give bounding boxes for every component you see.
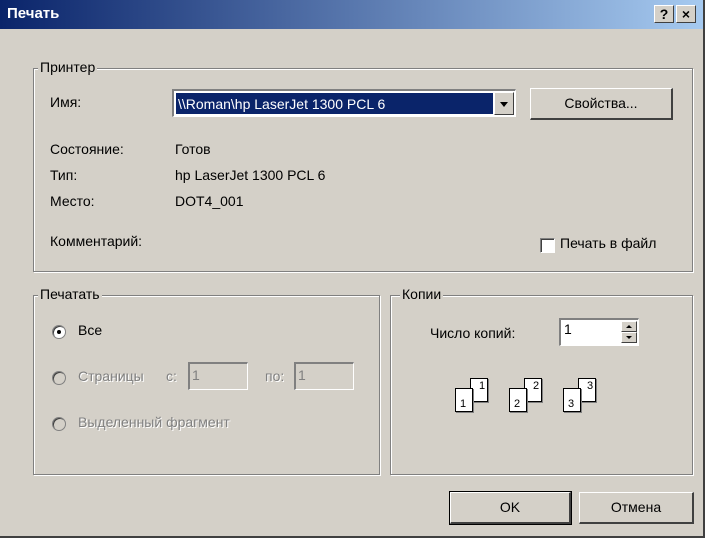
collate-page-1-front: 1	[455, 388, 473, 412]
close-button[interactable]: ×	[676, 5, 696, 23]
print-to-file-checkbox[interactable]	[540, 238, 555, 253]
chevron-down-icon[interactable]	[494, 92, 514, 115]
collate-page-2-front: 2	[509, 388, 527, 412]
copies-count-value: 1	[564, 321, 572, 337]
print-range-legend: Печатать	[38, 286, 102, 302]
range-all-radio[interactable]	[52, 325, 66, 339]
copies-legend: Копии	[400, 286, 444, 302]
where-value: DOT4_001	[175, 193, 244, 209]
status-value: Готов	[175, 141, 211, 157]
type-value: hp LaserJet 1300 PCL 6	[175, 167, 326, 183]
print-dialog: Печать ? × Принтер Имя: \\Roman\hp Laser…	[0, 0, 705, 538]
range-to-input[interactable]: 1	[294, 362, 354, 390]
range-selection-radio[interactable]	[52, 417, 66, 431]
where-label: Место:	[50, 193, 95, 209]
copies-count-spinner[interactable]: 1	[559, 318, 639, 346]
spin-down-icon[interactable]	[621, 332, 637, 343]
range-pages-label[interactable]: Страницы	[78, 368, 144, 384]
status-label: Состояние:	[50, 141, 124, 157]
window-title: Печать	[7, 5, 60, 22]
title-bar[interactable]: Печать ? ×	[0, 0, 703, 29]
spin-up-icon[interactable]	[621, 321, 637, 332]
range-from-input[interactable]: 1	[188, 362, 248, 390]
printer-name-label: Имя:	[50, 94, 82, 110]
printer-name-value: \\Roman\hp LaserJet 1300 PCL 6	[176, 93, 493, 114]
comment-label: Комментарий:	[50, 233, 143, 249]
help-button[interactable]: ?	[654, 5, 674, 23]
range-pages-radio[interactable]	[52, 371, 66, 385]
collate-page-3-front: 3	[563, 388, 581, 412]
properties-button[interactable]: Свойства...	[530, 88, 673, 120]
range-from-label: с:	[166, 368, 177, 384]
range-to-label: по:	[265, 368, 285, 384]
ok-button[interactable]: OK	[449, 491, 572, 525]
printer-name-select[interactable]: \\Roman\hp LaserJet 1300 PCL 6	[172, 89, 516, 117]
copies-count-label: Число копий:	[430, 325, 516, 341]
print-to-file-label[interactable]: Печать в файл	[560, 235, 656, 251]
range-selection-label[interactable]: Выделенный фрагмент	[78, 414, 230, 430]
type-label: Тип:	[50, 167, 78, 183]
printer-group-legend: Принтер	[38, 59, 98, 75]
range-all-label[interactable]: Все	[78, 322, 102, 338]
cancel-button[interactable]: Отмена	[579, 492, 694, 524]
